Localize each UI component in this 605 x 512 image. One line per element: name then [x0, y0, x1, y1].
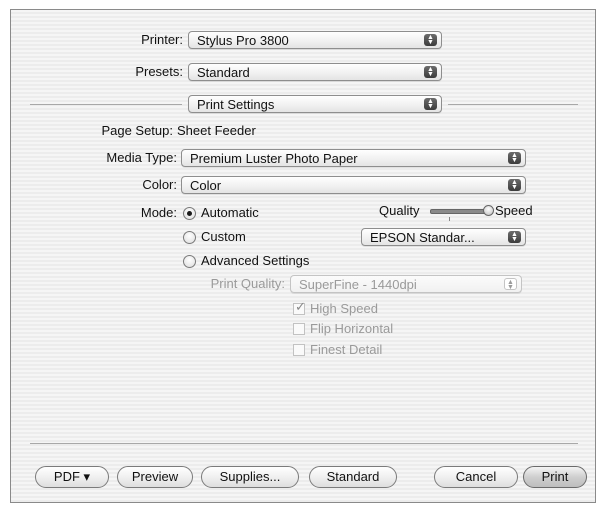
print-button[interactable]: Print: [523, 466, 587, 488]
flip-horizontal-checkbox[interactable]: [293, 323, 305, 335]
custom-setting-value: EPSON Standar...: [370, 230, 475, 245]
media-type-label: Media Type:: [106, 150, 177, 165]
mode-automatic-radio[interactable]: [183, 207, 196, 220]
flip-horizontal-label[interactable]: Flip Horizontal: [310, 321, 393, 336]
printer-popup[interactable]: Stylus Pro 3800 ▲ ▼: [188, 31, 442, 49]
quality-speed-slider-thumb[interactable]: [483, 205, 494, 216]
speed-label: Speed: [495, 203, 533, 218]
finest-detail-label[interactable]: Finest Detail: [310, 342, 382, 357]
media-type-popup[interactable]: Premium Luster Photo Paper ▲ ▼: [181, 149, 526, 167]
updown-arrows-icon: ▲ ▼: [424, 98, 437, 110]
slider-tick: [449, 217, 450, 221]
print-quality-popup[interactable]: SuperFine - 1440dpi ▲ ▼: [290, 275, 522, 293]
updown-arrows-icon: ▲ ▼: [424, 34, 437, 46]
updown-arrows-icon: ▲ ▼: [508, 179, 521, 191]
printer-label: Printer:: [141, 32, 183, 47]
mode-advanced-radio[interactable]: [183, 255, 196, 268]
page-setup-label: Page Setup:: [101, 123, 173, 138]
color-label: Color:: [142, 177, 177, 192]
print-dialog: Printer: Stylus Pro 3800 ▲ ▼ Presets: Sta…: [10, 9, 596, 503]
color-value: Color: [190, 178, 222, 193]
mode-label: Mode:: [140, 205, 177, 220]
panel-value: Print Settings: [197, 97, 275, 112]
mode-automatic-label[interactable]: Automatic: [201, 205, 259, 221]
finest-detail-checkbox[interactable]: [293, 344, 305, 356]
separator-left: [30, 104, 182, 105]
color-popup[interactable]: Color ▲ ▼: [181, 176, 526, 194]
presets-value: Standard: [197, 65, 250, 80]
presets-popup[interactable]: Standard ▲ ▼: [188, 63, 442, 81]
supplies-button[interactable]: Supplies...: [201, 466, 299, 488]
cancel-button[interactable]: Cancel: [434, 466, 518, 488]
presets-label: Presets:: [135, 64, 183, 79]
pdf-menu-button[interactable]: PDF ▾: [35, 466, 109, 488]
printer-value: Stylus Pro 3800: [197, 33, 289, 48]
panel-popup[interactable]: Print Settings ▲ ▼: [188, 95, 442, 113]
mode-custom-radio[interactable]: [183, 231, 196, 244]
print-quality-value: SuperFine - 1440dpi: [299, 277, 417, 292]
updown-arrows-icon: ▲ ▼: [504, 278, 517, 291]
page-setup-value: Sheet Feeder: [177, 123, 256, 138]
bottom-separator: [30, 443, 578, 444]
standard-button[interactable]: Standard: [309, 466, 397, 488]
updown-arrows-icon: ▲ ▼: [508, 231, 521, 243]
high-speed-checkbox[interactable]: ✓: [293, 299, 306, 315]
mode-advanced-label[interactable]: Advanced Settings: [201, 253, 309, 269]
media-type-value: Premium Luster Photo Paper: [190, 151, 358, 166]
high-speed-label[interactable]: High Speed: [310, 301, 378, 316]
mode-custom-label[interactable]: Custom: [201, 229, 246, 245]
quality-label: Quality: [379, 203, 420, 218]
separator-right: [448, 104, 578, 105]
updown-arrows-icon: ▲ ▼: [508, 152, 521, 164]
preview-button[interactable]: Preview: [117, 466, 193, 488]
checkmark-icon: ✓: [295, 299, 306, 314]
custom-setting-popup[interactable]: EPSON Standar... ▲ ▼: [361, 228, 526, 246]
print-quality-label: Print Quality:: [210, 276, 285, 291]
updown-arrows-icon: ▲ ▼: [424, 66, 437, 78]
